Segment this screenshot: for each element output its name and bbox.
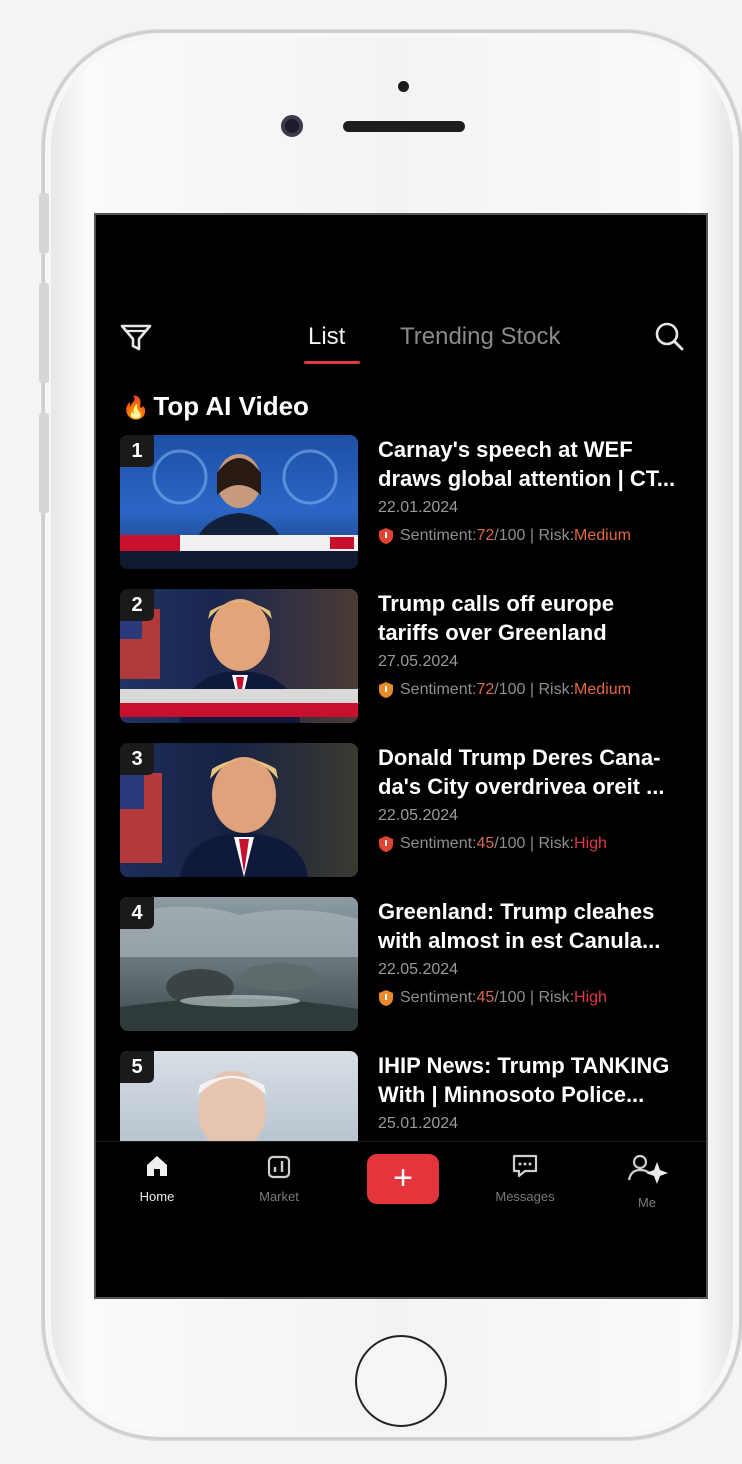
volume-up-button <box>39 283 49 383</box>
item-date: 22.05.2024 <box>378 807 459 824</box>
item-info: Trump calls off europe tariffs over Gree… <box>378 589 702 699</box>
item-title-line1[interactable]: Trump calls off europe <box>378 589 702 618</box>
nav-me[interactable]: Me <box>602 1152 692 1210</box>
item-info: Carnay's speech at WEF draws global atte… <box>378 435 702 545</box>
item-title-line2[interactable]: With | Minnosoto Police... <box>378 1080 702 1109</box>
sentiment-score: 72 <box>476 527 495 544</box>
user-sparkle-icon <box>627 1154 668 1184</box>
risk-label: /100 | Risk: <box>494 989 575 1006</box>
item-title-line2[interactable]: tariffs over Greenland <box>378 618 702 647</box>
thumbnail-image <box>120 757 308 877</box>
tab-trending-stock[interactable]: Trending Stock <box>400 323 561 351</box>
rank-badge: 5 <box>120 1051 154 1083</box>
risk-value: Medium <box>574 527 631 544</box>
volume-down-button <box>39 413 49 513</box>
search-icon[interactable] <box>652 319 686 353</box>
video-thumbnail[interactable]: 1 <box>120 435 358 569</box>
chart-icon <box>267 1155 291 1179</box>
video-list: 1 Carnay's speech at WEF draws global at… <box>96 435 706 1141</box>
list-item[interactable]: 3 Donald Trump Deres Cana- da's City ove… <box>96 743 706 883</box>
earpiece-speaker <box>343 121 465 132</box>
risk-label: /100 | Risk: <box>494 835 575 852</box>
thumbnail-image <box>198 1071 266 1141</box>
bottom-navigation: Home Market + Messages Me <box>96 1141 706 1221</box>
item-date: 22.05.2024 <box>378 961 459 978</box>
video-thumbnail[interactable]: 2 <box>120 589 358 723</box>
shield-icon <box>379 528 393 544</box>
section-title: Top AI Video <box>153 391 309 421</box>
sentiment-score: 45 <box>476 835 495 852</box>
home-button[interactable] <box>355 1335 447 1427</box>
nav-market-label: Market <box>259 1189 299 1204</box>
sentiment-label: Sentiment: <box>400 681 477 698</box>
home-icon <box>147 1156 167 1176</box>
item-info: Greenland: Trump cleahes with almost in … <box>378 897 702 1007</box>
risk-value: High <box>574 835 607 852</box>
item-title-line1[interactable]: IHIP News: Trump TANKING <box>378 1051 702 1080</box>
item-title-line1[interactable]: Greenland: Trump cleahes <box>378 897 702 926</box>
nav-home-label: Home <box>139 1189 175 1204</box>
item-date: 22.01.2024 <box>378 499 459 516</box>
video-thumbnail[interactable]: 5 <box>120 1051 358 1141</box>
nav-me-label: Me <box>637 1195 657 1210</box>
sentiment-label: Sentiment: <box>400 835 477 852</box>
list-item[interactable]: 5 IHIP News: Trump TANKING With | Minnos… <box>96 1051 706 1141</box>
rank-badge: 4 <box>120 897 154 929</box>
list-item[interactable]: 2 Trump calls off europe tariffs over Gr… <box>96 589 706 729</box>
tab-list[interactable]: List <box>308 323 345 351</box>
rank-badge: 3 <box>120 743 154 775</box>
item-title-line2[interactable]: with almost in est Canula... <box>378 926 702 955</box>
funnel-icon[interactable] <box>118 319 154 355</box>
item-title-line2[interactable]: draws global attention | CT... <box>378 464 702 493</box>
rank-badge: 2 <box>120 589 154 621</box>
sentiment-score: 45 <box>476 989 495 1006</box>
item-info: Donald Trump Deres Cana- da's City overd… <box>378 743 702 853</box>
item-info: IHIP News: Trump TANKING With | Minnosot… <box>378 1051 702 1133</box>
list-item[interactable]: 4 Greenland: Trump cleahes with almost i… <box>96 897 706 1037</box>
video-thumbnail[interactable]: 3 <box>120 743 358 877</box>
item-date: 27.05.2024 <box>378 653 459 670</box>
active-tab-indicator <box>304 361 360 364</box>
nav-market[interactable]: Market <box>234 1152 324 1204</box>
item-date: 25.01.2024 <box>378 1115 459 1132</box>
plus-icon[interactable]: + <box>367 1154 439 1204</box>
rank-badge: 1 <box>120 435 154 467</box>
risk-label: /100 | Risk: <box>494 681 575 698</box>
proximity-sensor <box>398 81 409 92</box>
section-header: 🔥 Top AI Video <box>122 391 309 422</box>
sentiment-row: Sentiment: 45/100 | Risk: High <box>378 989 702 1007</box>
item-title-line2[interactable]: da's City overdrivea oreit ... <box>378 772 702 801</box>
sentiment-row: Sentiment: 72/100 | Risk: Medium <box>378 681 702 699</box>
shield-icon <box>379 682 393 698</box>
shield-icon <box>379 836 393 852</box>
sentiment-label: Sentiment: <box>400 989 477 1006</box>
sentiment-score: 72 <box>476 681 495 698</box>
video-thumbnail[interactable]: 4 <box>120 897 358 1031</box>
front-camera <box>281 115 303 137</box>
sentiment-row: Sentiment: 72/100 | Risk: Medium <box>378 527 702 545</box>
sentiment-label: Sentiment: <box>400 527 477 544</box>
thumbnail-image <box>120 599 358 723</box>
item-title-line1[interactable]: Carnay's speech at WEF <box>378 435 702 464</box>
risk-value: Medium <box>574 681 631 698</box>
sentiment-row: Sentiment: 45/100 | Risk: High <box>378 835 702 853</box>
mute-switch <box>39 193 49 253</box>
fire-icon: 🔥 <box>122 395 150 420</box>
nav-messages[interactable]: Messages <box>480 1152 570 1204</box>
risk-value: High <box>574 989 607 1006</box>
app-screen: List Trending Stock 🔥 Top AI Video 1 Car… <box>94 213 708 1299</box>
nav-home[interactable]: Home <box>112 1152 202 1204</box>
top-navigation: List Trending Stock <box>96 313 706 364</box>
thumbnail-image <box>120 449 358 569</box>
list-item[interactable]: 1 Carnay's speech at WEF draws global at… <box>96 435 706 575</box>
thumbnail-image <box>120 906 358 1031</box>
item-title-line1[interactable]: Donald Trump Deres Cana- <box>378 743 702 772</box>
risk-label: /100 | Risk: <box>494 527 575 544</box>
message-icon <box>512 1154 538 1178</box>
shield-icon <box>379 990 393 1006</box>
nav-messages-label: Messages <box>495 1189 555 1204</box>
